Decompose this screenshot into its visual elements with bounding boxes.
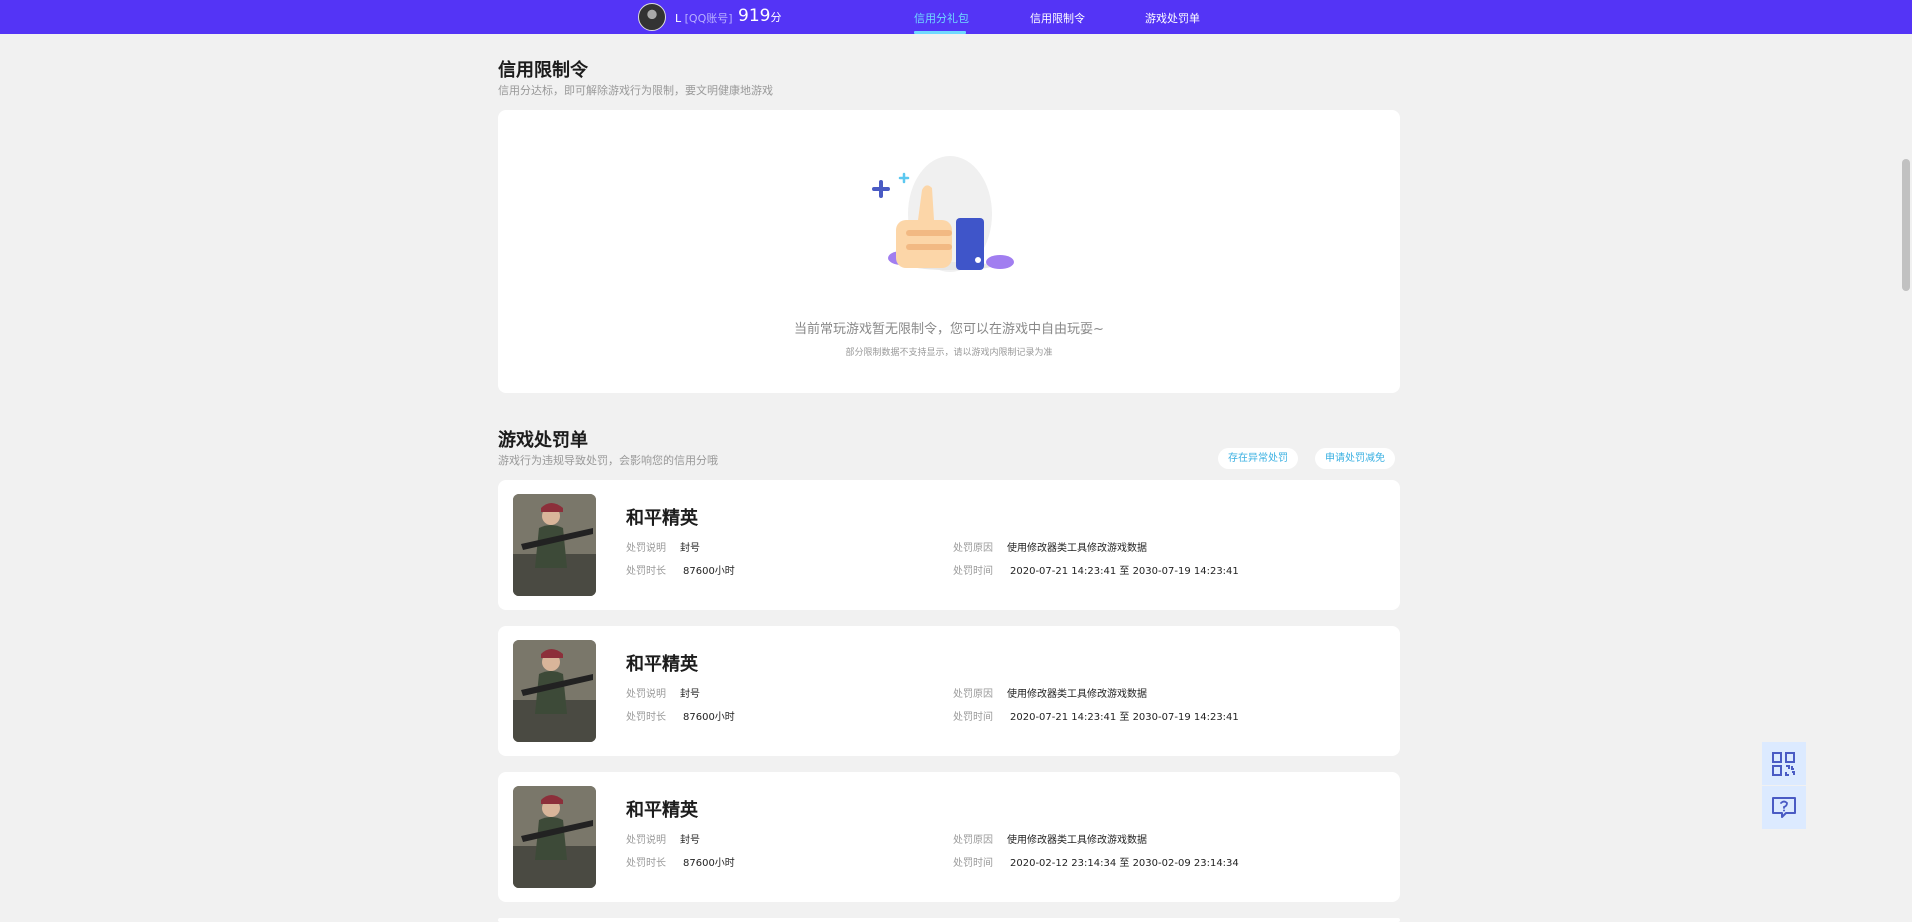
time-value: 2020-07-21 14:23:41 至 2030-07-19 14:23:4… bbox=[1010, 712, 1239, 723]
abnormal-penalty-button[interactable]: 存在异常处罚 bbox=[1218, 448, 1298, 469]
duration-value: 87600小时 bbox=[683, 858, 735, 869]
credit-score-value: 919 bbox=[738, 6, 771, 26]
penalty-title: 游戏处罚单 bbox=[498, 430, 588, 451]
tab-credit-restriction[interactable]: 信用限制令 bbox=[1030, 10, 1085, 26]
qr-code-button[interactable] bbox=[1762, 742, 1806, 785]
restriction-title: 信用限制令 bbox=[498, 60, 588, 81]
game-name: 和平精英 bbox=[626, 508, 698, 529]
time-label: 处罚时间 bbox=[953, 566, 993, 577]
restriction-empty-card: 当前常玩游戏暂无限制令，您可以在游戏中自由玩耍~ 部分限制数据不支持显示，请以游… bbox=[498, 110, 1400, 393]
desc-label: 处罚说明 bbox=[626, 835, 666, 846]
account-tag: [QQ账号] bbox=[684, 12, 733, 25]
game-name: 和平精英 bbox=[626, 654, 698, 675]
time-label: 处罚时间 bbox=[953, 858, 993, 869]
desc-label: 处罚说明 bbox=[626, 689, 666, 700]
duration-label: 处罚时长 bbox=[626, 858, 666, 869]
reason-value: 使用修改器类工具修改游戏数据 bbox=[1007, 543, 1147, 554]
user-name: L [QQ账号] bbox=[675, 10, 733, 26]
time-value: 2020-07-21 14:23:41 至 2030-07-19 14:23:4… bbox=[1010, 566, 1239, 577]
penalty-card-partial bbox=[498, 918, 1400, 922]
desc-value: 封号 bbox=[680, 543, 700, 554]
top-navbar: L [QQ账号] 919分 信用分礼包 信用限制令 游戏处罚单 bbox=[0, 0, 1912, 34]
desc-value: 封号 bbox=[680, 835, 700, 846]
desc-label: 处罚说明 bbox=[626, 543, 666, 554]
user-name-text: L bbox=[675, 12, 682, 25]
tab-credit-gift[interactable]: 信用分礼包 bbox=[914, 10, 969, 26]
credit-score-unit: 分 bbox=[770, 11, 782, 24]
reason-label: 处罚原因 bbox=[953, 835, 993, 846]
duration-value: 87600小时 bbox=[683, 712, 735, 723]
restriction-subtitle: 信用分达标，即可解除游戏行为限制，要文明健康地游戏 bbox=[498, 84, 773, 97]
game-name: 和平精英 bbox=[626, 800, 698, 821]
time-label: 处罚时间 bbox=[953, 712, 993, 723]
reason-value: 使用修改器类工具修改游戏数据 bbox=[1007, 689, 1147, 700]
restriction-empty-note: 部分限制数据不支持显示，请以游戏内限制记录为准 bbox=[845, 348, 1053, 358]
help-feedback-icon bbox=[1772, 797, 1796, 818]
duration-value: 87600小时 bbox=[683, 566, 735, 577]
penalty-card: 和平精英 处罚说明 封号 处罚时长 87600小时 处罚原因 使用修改器类工具修… bbox=[498, 772, 1400, 902]
time-value: 2020-02-12 23:14:34 至 2030-02-09 23:14:3… bbox=[1010, 858, 1239, 869]
help-feedback-button[interactable] bbox=[1762, 786, 1806, 829]
qr-code-icon bbox=[1772, 752, 1795, 776]
credit-score: 919分 bbox=[738, 6, 781, 26]
restriction-empty-text: 当前常玩游戏暂无限制令，您可以在游戏中自由玩耍~ bbox=[794, 322, 1104, 337]
scrollbar-thumb[interactable] bbox=[1902, 159, 1910, 291]
penalty-card: 和平精英 处罚说明 封号 处罚时长 87600小时 处罚原因 使用修改器类工具修… bbox=[498, 626, 1400, 756]
reason-label: 处罚原因 bbox=[953, 689, 993, 700]
page-scrollbar[interactable] bbox=[1900, 34, 1912, 922]
reason-label: 处罚原因 bbox=[953, 543, 993, 554]
desc-value: 封号 bbox=[680, 689, 700, 700]
penalty-card: 和平精英 处罚说明 封号 处罚时长 87600小时 处罚原因 使用修改器类工具修… bbox=[498, 480, 1400, 610]
duration-label: 处罚时长 bbox=[626, 566, 666, 577]
duration-label: 处罚时长 bbox=[626, 712, 666, 723]
game-cover-image bbox=[513, 640, 596, 742]
thumbs-up-illustration bbox=[872, 156, 1014, 272]
game-cover-image bbox=[513, 786, 596, 888]
avatar[interactable] bbox=[638, 3, 666, 31]
penalty-subtitle: 游戏行为违规导致处罚，会影响您的信用分哦 bbox=[498, 454, 718, 467]
reason-value: 使用修改器类工具修改游戏数据 bbox=[1007, 835, 1147, 846]
active-tab-indicator bbox=[914, 31, 966, 34]
apply-reduction-button[interactable]: 申请处罚减免 bbox=[1315, 448, 1395, 469]
game-cover-image bbox=[513, 494, 596, 596]
tab-game-penalty[interactable]: 游戏处罚单 bbox=[1145, 10, 1200, 26]
